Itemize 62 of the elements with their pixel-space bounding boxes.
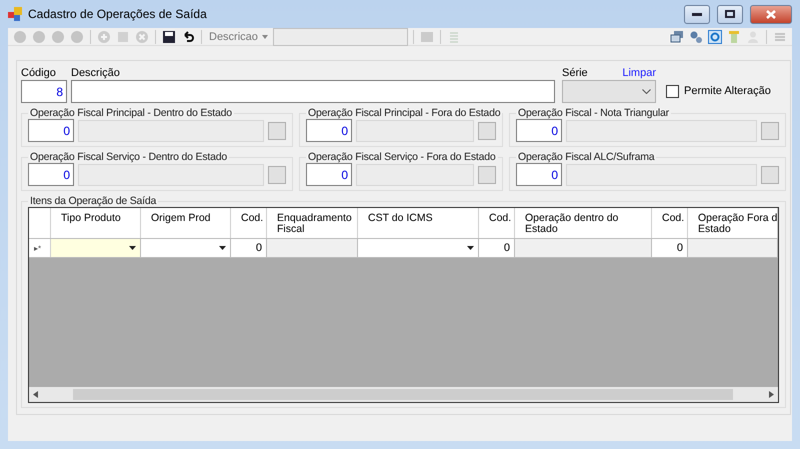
clear-link[interactable]: Limpar [622, 67, 656, 80]
dropdown-arrow-icon [262, 34, 268, 38]
minimize-icon [692, 12, 702, 16]
next-icon [51, 30, 65, 44]
toolbar-button[interactable] [161, 28, 177, 44]
windows-icon [670, 30, 684, 44]
field-label: Série [562, 67, 588, 80]
dropdown-arrow-icon [129, 246, 136, 250]
last-record-icon [70, 30, 84, 44]
lookup-button[interactable] [761, 166, 779, 184]
dropdown-arrow-icon [219, 246, 226, 250]
group-title: Operação Fiscal Serviço - Dentro do Estado [29, 151, 228, 163]
save-icon [162, 30, 176, 44]
group-title: Operação Fiscal Principal - Fora do Estado [307, 107, 502, 119]
checkbox[interactable] [666, 85, 679, 98]
checkbox-label: Permite Alteração [684, 85, 771, 98]
app-icon [8, 7, 22, 21]
group-title: Itens da Operação de Saída [29, 195, 158, 207]
lookup-button[interactable] [268, 166, 286, 184]
group-title: Operação Fiscal - Nota Triangular [517, 107, 670, 119]
cell-value: 0 [256, 242, 262, 254]
field-label: Código [21, 67, 57, 80]
first-record-icon [13, 30, 27, 44]
horizontal-scrollbar[interactable] [29, 387, 778, 402]
refresh-icon [708, 30, 722, 44]
search-field-dropdown[interactable]: Descricao [207, 30, 270, 42]
close-button[interactable] [750, 4, 792, 24]
cell-value: 0 [504, 242, 510, 254]
code-field[interactable]: 0 [306, 119, 352, 142]
series-dropdown[interactable] [562, 80, 656, 103]
combo-cell[interactable] [51, 239, 141, 257]
scroll-right-icon [769, 391, 774, 398]
window-title: Cadastro de Operações de Saída [28, 7, 208, 21]
code-field[interactable]: 0 [516, 119, 562, 142]
field-label: Descrição [71, 67, 121, 80]
maximize-button[interactable] [717, 4, 743, 24]
note-icon [727, 30, 741, 44]
lookup-button[interactable] [268, 122, 286, 140]
scroll-left-icon [33, 391, 38, 398]
restore-icon [725, 10, 735, 18]
dropdown-arrow-icon [467, 246, 474, 250]
delete-icon [135, 30, 149, 44]
edit-icon [116, 30, 130, 44]
code-field[interactable]: 8 [21, 80, 67, 103]
group-title: Operação Fiscal Serviço - Fora do Estado [307, 151, 497, 163]
code-field[interactable]: 0 [28, 163, 74, 186]
minimize-button[interactable] [684, 4, 710, 24]
code-field[interactable]: 0 [306, 163, 352, 186]
description-field[interactable] [71, 80, 555, 103]
code-field[interactable]: 0 [516, 163, 562, 186]
close-icon [766, 10, 776, 18]
lookup-button[interactable] [478, 122, 496, 140]
group-title: Operação Fiscal Principal - Dentro do Estado [29, 107, 233, 119]
code-field[interactable]: 0 [28, 119, 74, 142]
previous-icon [32, 30, 46, 44]
chevron-down-icon [642, 89, 651, 94]
lookup-button[interactable] [761, 122, 779, 140]
cell-value: 0 [676, 242, 683, 254]
lookup-button[interactable] [478, 166, 496, 184]
user-icon [746, 30, 760, 44]
group-title: Operação Fiscal ALC/Suframa [517, 151, 656, 163]
add-icon [97, 30, 111, 44]
